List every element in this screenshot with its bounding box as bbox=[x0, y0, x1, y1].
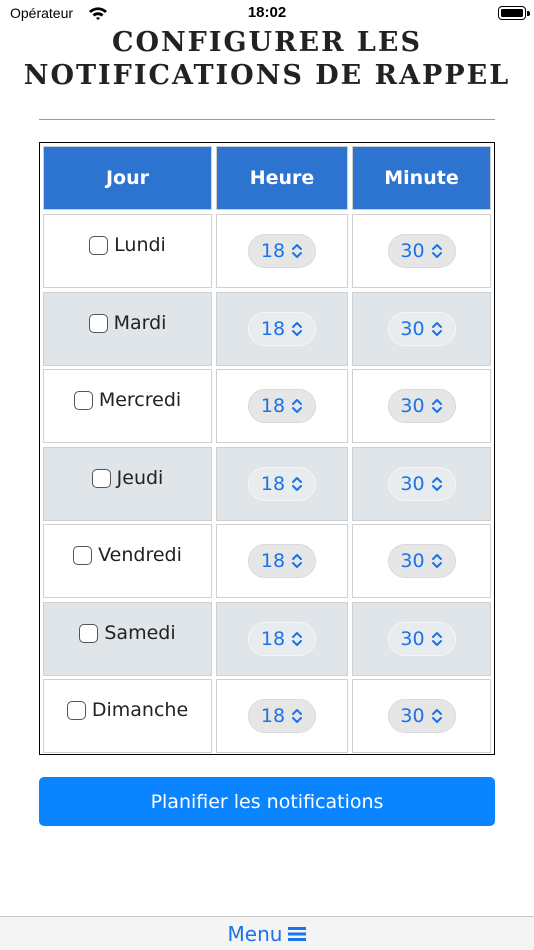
bottom-menu-bar[interactable]: Menu bbox=[0, 916, 534, 950]
hour-select[interactable]: 18 bbox=[248, 544, 316, 578]
hamburger-icon[interactable] bbox=[288, 926, 307, 942]
hour-value: 18 bbox=[260, 628, 286, 650]
minute-select[interactable]: 30 bbox=[387, 699, 456, 733]
day-checkbox-wrap[interactable]: Samedi bbox=[44, 622, 211, 644]
minute-cell: 30 bbox=[352, 524, 491, 598]
hour-value: 18 bbox=[260, 550, 286, 572]
hour-select[interactable]: 18 bbox=[248, 234, 316, 268]
hour-cell: 18 bbox=[216, 679, 348, 753]
minute-select[interactable]: 30 bbox=[387, 389, 456, 423]
hour-select[interactable]: 18 bbox=[248, 622, 316, 656]
day-checkbox-wrap[interactable]: Mercredi bbox=[44, 389, 211, 411]
chevron-updown-icon bbox=[431, 321, 443, 337]
hour-select[interactable]: 18 bbox=[248, 699, 316, 733]
hour-cell: 18 bbox=[216, 292, 348, 366]
day-cell: Vendredi bbox=[43, 524, 212, 598]
chevron-updown-icon bbox=[291, 398, 303, 414]
minute-cell: 30 bbox=[352, 292, 491, 366]
hour-cell: 18 bbox=[216, 369, 348, 443]
day-cell: Samedi bbox=[43, 602, 212, 676]
day-label[interactable]: Mercredi bbox=[99, 389, 181, 411]
day-checkbox[interactable] bbox=[66, 700, 86, 720]
battery-icon bbox=[498, 6, 530, 20]
minute-select[interactable]: 30 bbox=[387, 544, 456, 578]
notification-table: Jour Heure Minute Lundi 18 30 Mardi 18 30 Merc… bbox=[39, 142, 495, 755]
day-checkbox[interactable] bbox=[73, 390, 93, 410]
minute-value: 30 bbox=[400, 628, 425, 650]
day-checkbox-wrap[interactable]: Vendredi bbox=[44, 544, 211, 566]
day-checkbox[interactable] bbox=[91, 468, 111, 488]
status-time: 18:02 bbox=[247, 4, 287, 21]
day-label[interactable]: Samedi bbox=[104, 622, 175, 644]
hour-value: 18 bbox=[260, 240, 286, 262]
day-cell: Lundi bbox=[43, 214, 212, 288]
day-label[interactable]: Lundi bbox=[114, 234, 166, 256]
chevron-updown-icon bbox=[431, 476, 443, 492]
minute-cell: 30 bbox=[352, 447, 491, 521]
chevron-updown-icon bbox=[431, 398, 443, 414]
hour-select[interactable]: 18 bbox=[248, 467, 316, 501]
minute-select[interactable]: 30 bbox=[387, 312, 456, 346]
hour-cell: 18 bbox=[216, 524, 348, 598]
chevron-updown-icon bbox=[291, 708, 303, 724]
day-cell: Dimanche bbox=[43, 679, 212, 753]
title-divider bbox=[39, 119, 495, 120]
schedule-notifications-button[interactable]: Planifier les notifications bbox=[39, 777, 495, 826]
hour-value: 18 bbox=[260, 473, 286, 495]
day-checkbox[interactable] bbox=[73, 545, 93, 565]
hour-value: 18 bbox=[260, 318, 286, 340]
minute-select[interactable]: 30 bbox=[387, 234, 456, 268]
minute-cell: 30 bbox=[352, 369, 491, 443]
hour-select[interactable]: 18 bbox=[248, 312, 316, 346]
chevron-updown-icon bbox=[291, 243, 303, 259]
minute-select[interactable]: 30 bbox=[387, 622, 456, 656]
hour-cell: 18 bbox=[216, 214, 348, 288]
minute-value: 30 bbox=[400, 550, 425, 572]
chevron-updown-icon bbox=[291, 553, 303, 569]
status-bar: Opérateur 18:02 bbox=[0, 0, 534, 26]
header-minute: Minute bbox=[352, 146, 491, 210]
minute-cell: 30 bbox=[352, 602, 491, 676]
hour-value: 18 bbox=[260, 395, 286, 417]
chevron-updown-icon bbox=[431, 631, 443, 647]
minute-cell: 30 bbox=[352, 214, 491, 288]
minute-select[interactable]: 30 bbox=[387, 467, 456, 501]
day-checkbox-wrap[interactable]: Mardi bbox=[44, 312, 211, 334]
header-hour: Heure bbox=[216, 146, 348, 210]
minute-cell: 30 bbox=[352, 679, 491, 753]
chevron-updown-icon bbox=[431, 553, 443, 569]
menu-label[interactable]: Menu bbox=[228, 922, 283, 946]
day-checkbox[interactable] bbox=[89, 235, 109, 255]
day-checkbox-wrap[interactable]: Lundi bbox=[44, 234, 211, 256]
day-label[interactable]: Jeudi bbox=[117, 467, 164, 489]
chevron-updown-icon bbox=[431, 708, 443, 724]
hour-select[interactable]: 18 bbox=[248, 389, 316, 423]
chevron-updown-icon bbox=[291, 476, 303, 492]
day-label[interactable]: Dimanche bbox=[92, 699, 188, 721]
day-label[interactable]: Vendredi bbox=[98, 544, 182, 566]
chevron-updown-icon bbox=[431, 243, 443, 259]
chevron-updown-icon bbox=[291, 321, 303, 337]
day-cell: Mardi bbox=[43, 292, 212, 366]
minute-value: 30 bbox=[400, 318, 425, 340]
day-checkbox[interactable] bbox=[79, 623, 99, 643]
header-day: Jour bbox=[43, 146, 212, 210]
page-title: CONFIGURER LES NOTIFICATIONS DE RAPPEL bbox=[23, 27, 511, 91]
day-checkbox-wrap[interactable]: Jeudi bbox=[44, 467, 211, 489]
hour-cell: 18 bbox=[216, 602, 348, 676]
chevron-updown-icon bbox=[291, 631, 303, 647]
hour-value: 18 bbox=[260, 705, 286, 727]
minute-value: 30 bbox=[400, 240, 425, 262]
day-cell: Mercredi bbox=[43, 369, 212, 443]
day-checkbox-wrap[interactable]: Dimanche bbox=[44, 699, 211, 721]
minute-value: 30 bbox=[400, 705, 425, 727]
day-cell: Jeudi bbox=[43, 447, 212, 521]
hour-cell: 18 bbox=[216, 447, 348, 521]
day-label[interactable]: Mardi bbox=[114, 312, 167, 334]
day-checkbox[interactable] bbox=[88, 313, 108, 333]
minute-value: 30 bbox=[400, 395, 425, 417]
minute-value: 30 bbox=[400, 473, 425, 495]
